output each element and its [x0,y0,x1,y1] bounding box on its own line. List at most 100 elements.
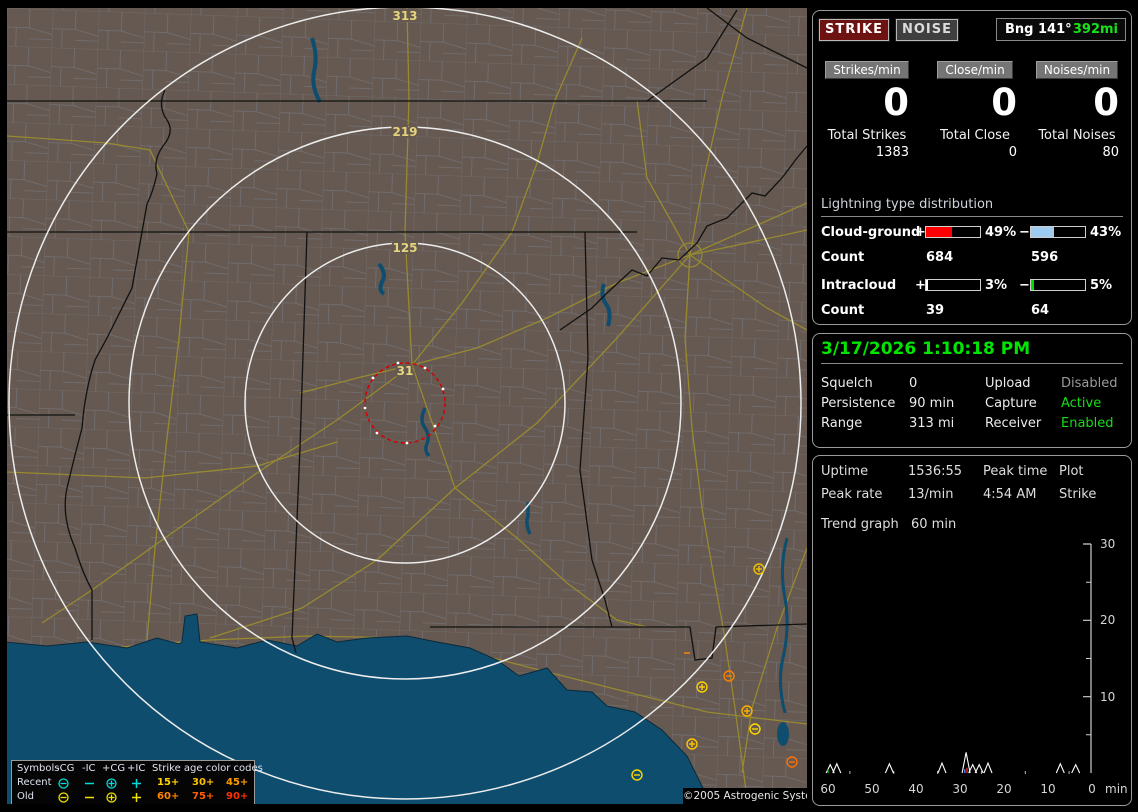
close-per-min-value: 0 [991,81,1017,124]
neg-cg-old-icon [57,791,70,804]
capture-value: Active [1061,396,1102,411]
pos-ic-recent-icon [130,777,143,790]
pos-cg-old-icon [105,791,118,804]
legend-old-label: Old [17,791,34,802]
cloud-ground-label: Cloud-ground [821,225,921,240]
pos-ic-old-icon [130,791,143,804]
uptime-value: 1536:55 [908,464,963,479]
upload-label: Upload [985,376,1031,391]
total-noises-label: Total Noises [1038,128,1116,143]
legend-age-60: 60+ [157,791,180,802]
neg-ic-old-icon [83,791,96,804]
plot-value: Strike [1059,487,1097,502]
trend-graph-label: Trend graph [821,517,899,532]
peak-time-value: 4:54 AM [983,487,1037,502]
cg-minus-count: 596 [1031,250,1059,265]
squelch-label: Squelch [821,376,873,391]
legend-age-90: 90+ [226,791,249,802]
strike-button[interactable]: STRIKE [819,19,889,41]
trend-y-axis [1083,543,1092,773]
noises-per-min-label: Noises/min [1035,61,1119,79]
minus-sign: − [1019,278,1030,293]
total-noises-value: 80 [1102,145,1119,160]
lightning-map[interactable]: 313 219 125 31 Symbols -CG -IC +CG +IC S… [7,8,807,804]
legend-symbols-header: Symbols [17,763,60,774]
neg-ic-recent-icon [83,777,96,790]
bearing-value: Bng 141° [1005,22,1072,37]
total-strikes-value: 1383 [875,145,909,160]
noises-per-min-value: 0 [1093,81,1119,124]
squelch-value: 0 [909,376,918,391]
x-tick-40: 40 [908,782,924,796]
y-tick-20: 20 [1100,613,1116,627]
legend-col-pos-cg: +CG [102,763,126,774]
legend-age-15: 15+ [157,777,180,788]
legend-age-header: Strike age color codes [152,763,263,774]
status-panel: 3/17/2026 1:10:18 PM Squelch 0 Upload Di… [812,333,1132,448]
ic-minus-bar [1030,279,1086,291]
intracloud-label: Intracloud [821,278,897,293]
legend-age-75: 75+ [192,791,215,802]
cg-plus-count: 684 [926,250,954,265]
ic-plus-pct: 3% [985,278,1008,293]
x-axis-unit: min [1105,782,1128,796]
receiver-value: Enabled [1061,416,1114,431]
cg-minus-pct: 43% [1090,225,1122,240]
strikes-counter: Strikes/min 0 Total Strikes 1383 [817,61,917,181]
ring-label-313: 313 [392,9,417,23]
trend-x-ticks [849,771,1070,774]
strikes-per-min-value: 0 [883,81,909,124]
trend-spike [974,763,984,774]
uptime-label: Uptime [821,464,869,479]
legend-col-pos-ic: +IC [127,763,146,774]
noises-counter: Noises/min 0 Total Noises 80 [1027,61,1127,181]
persistence-label: Persistence [821,396,896,411]
legend-age-45: 45+ [226,777,249,788]
legend-age-30: 30+ [192,777,215,788]
legend-col-neg-ic: -IC [82,763,96,774]
x-tick-30: 30 [952,782,968,796]
ic-plus-count: 39 [926,303,945,318]
trend-spikes [825,752,1081,774]
plot-label: Plot [1059,464,1084,479]
ic-plus-bar [925,279,981,291]
trend-spike [884,762,894,774]
trend-spike [1071,763,1081,774]
trend-chart-svg [825,543,1092,774]
y-tick-10: 10 [1100,690,1116,704]
upload-value: Disabled [1061,376,1118,391]
trend-window-value: 60 min [911,517,957,532]
legend-col-neg-cg: -CG [56,763,75,774]
ring-label-219: 219 [392,125,417,139]
total-strikes-label: Total Strikes [827,128,907,143]
persistence-value: 90 min [909,396,955,411]
cg-plus-pct: 49% [985,225,1017,240]
map-svg: 313 219 125 31 [7,8,807,804]
trend-spike [983,761,993,774]
trend-spike [961,752,971,774]
strikes-per-min-label: Strikes/min [825,61,909,79]
bearing-readout: Bng 141° 392mi [996,18,1126,41]
y-tick-30: 30 [1100,537,1116,551]
counters-panel: STRIKE NOISE Bng 141° 392mi Strikes/min … [812,10,1132,325]
peak-rate-value: 13/min [908,487,954,502]
ic-minus-pct: 5% [1090,278,1113,293]
cg-minus-bar [1030,226,1086,238]
close-counter: Close/min 0 Total Close 0 [925,61,1025,181]
noise-button[interactable]: NOISE [896,19,958,41]
distance-value: 392mi [1072,22,1118,37]
copyright-notice: ©2005 Astrogenic Systems [683,788,807,804]
pos-cg-recent-icon [105,777,118,790]
peak-rate-label: Peak rate [821,487,883,502]
x-tick-0: 0 [1088,782,1096,796]
trend-spike [1055,762,1065,774]
session-panel: Uptime 1536:55 Peak time Plot Peak rate … [812,455,1132,806]
ring-label-125: 125 [392,241,417,255]
legend-recent-label: Recent [17,777,52,788]
peak-time-label: Peak time [983,464,1048,479]
total-close-label: Total Close [940,128,1010,143]
close-per-min-label: Close/min [937,61,1013,79]
map-legend: Symbols -CG -IC +CG +IC Strike age color… [11,760,263,804]
count-label: Count [821,250,865,265]
x-tick-10: 10 [1040,782,1056,796]
